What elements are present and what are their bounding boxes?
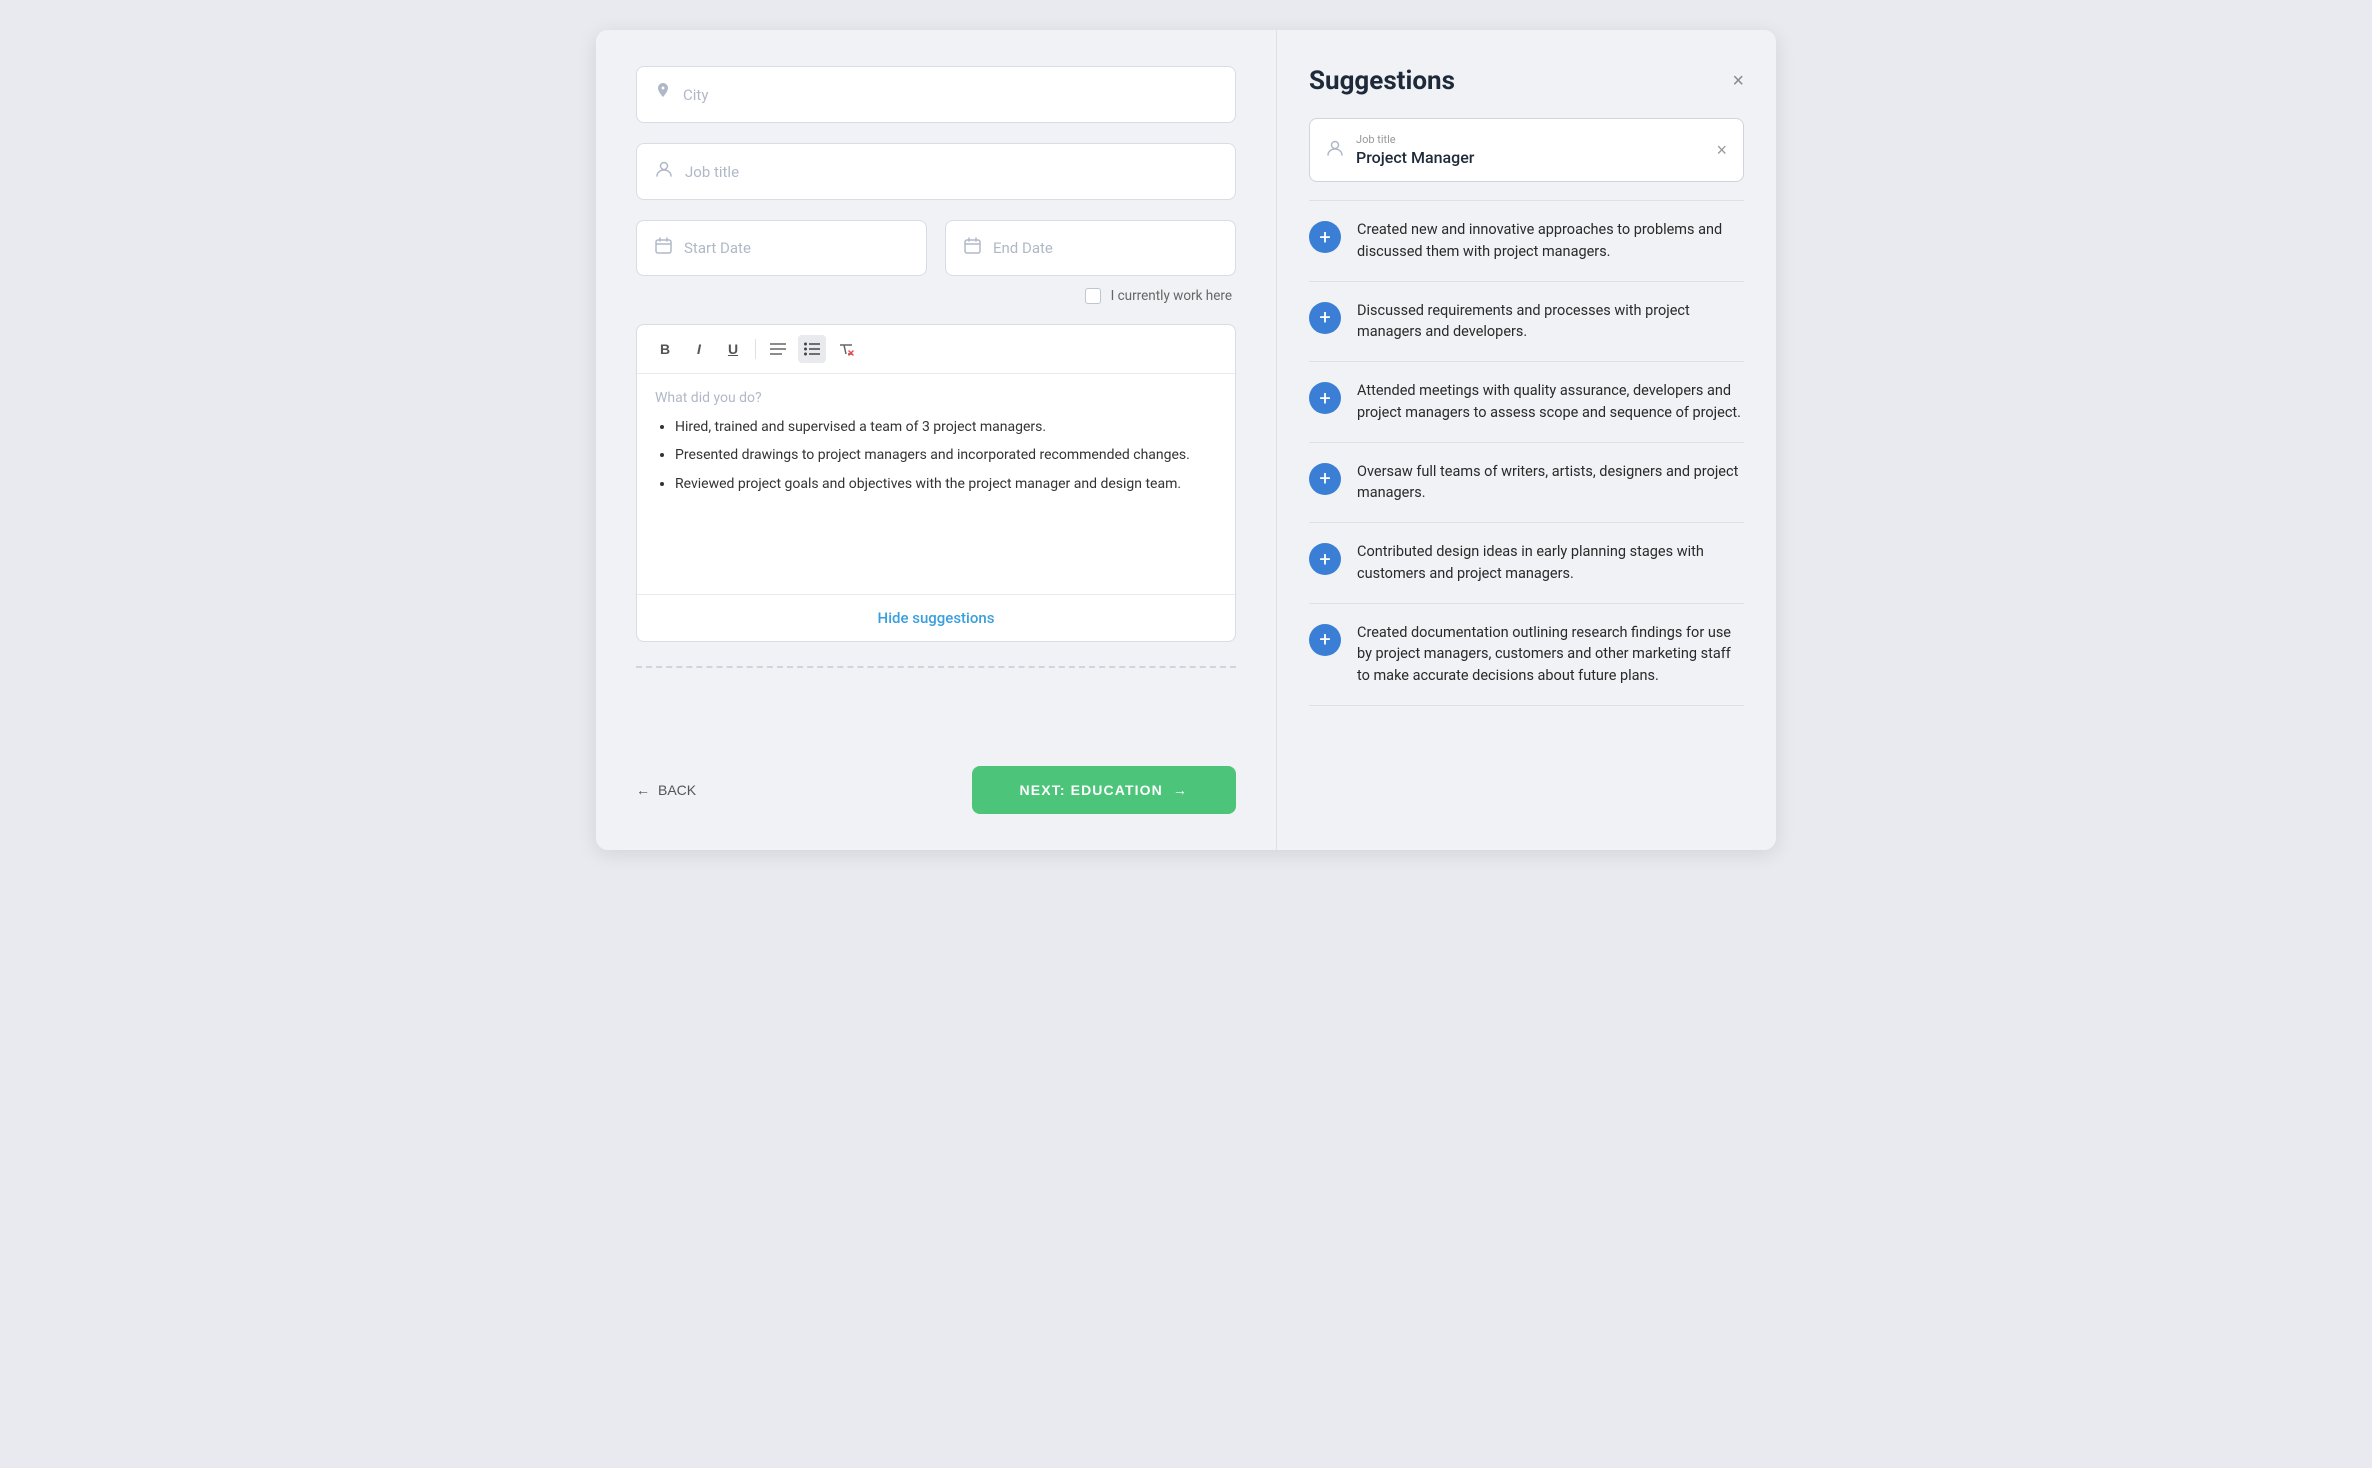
currently-work-checkbox[interactable] <box>1085 288 1101 304</box>
next-button[interactable]: NEXT: EDUCATION → <box>972 766 1236 814</box>
editor-container: B I U <box>636 324 1236 642</box>
add-icon-3: + <box>1309 382 1341 414</box>
suggestion-item[interactable]: + Created documentation outlining resear… <box>1309 604 1744 706</box>
add-icon-5: + <box>1309 543 1341 575</box>
suggestion-text-2: Discussed requirements and processes wit… <box>1357 300 1744 344</box>
left-panel: City Job title <box>596 30 1276 850</box>
editor-body[interactable]: What did you do? Hired, trained and supe… <box>637 374 1235 594</box>
date-row: Start Date End Date <box>636 220 1236 276</box>
suggestion-person-icon <box>1326 139 1344 162</box>
back-arrow-icon: ← <box>636 782 650 798</box>
add-icon-4: + <box>1309 463 1341 495</box>
list-button[interactable] <box>798 335 826 363</box>
underline-button[interactable]: U <box>719 335 747 363</box>
suggestion-item[interactable]: + Discussed requirements and processes w… <box>1309 282 1744 363</box>
bold-button[interactable]: B <box>651 335 679 363</box>
right-panel: Suggestions × Job title Project Manager … <box>1276 30 1776 850</box>
suggestion-text-3: Attended meetings with quality assurance… <box>1357 380 1744 424</box>
currently-work-row: I currently work here <box>636 288 1236 304</box>
editor-content[interactable]: Hired, trained and supervised a team of … <box>655 416 1217 495</box>
start-date-label: Start Date <box>684 239 751 257</box>
suggestions-close-button[interactable]: × <box>1732 71 1744 91</box>
bottom-nav: ← BACK NEXT: EDUCATION → <box>636 756 1236 814</box>
suggestion-item[interactable]: + Contributed design ideas in early plan… <box>1309 523 1744 604</box>
location-icon <box>655 83 671 106</box>
city-label: City <box>683 86 708 104</box>
align-button[interactable] <box>764 335 792 363</box>
job-title-label: Job title <box>685 163 739 181</box>
clear-format-button[interactable] <box>832 335 860 363</box>
end-date-label: End Date <box>993 239 1053 257</box>
currently-work-label: I currently work here <box>1111 288 1232 304</box>
suggestion-text-6: Created documentation outlining research… <box>1357 622 1744 687</box>
page-container: City Job title <box>596 30 1776 850</box>
suggestion-job-label: Job title <box>1356 133 1704 146</box>
bullet-1: Hired, trained and supervised a team of … <box>675 416 1217 438</box>
suggestions-title: Suggestions <box>1309 66 1455 96</box>
back-button[interactable]: ← BACK <box>636 782 696 798</box>
add-icon-6: + <box>1309 624 1341 656</box>
toolbar-divider-1 <box>755 339 756 359</box>
suggestion-job-field[interactable]: Job title Project Manager × <box>1309 118 1744 182</box>
person-icon <box>655 160 673 183</box>
add-icon-2: + <box>1309 302 1341 334</box>
city-field[interactable]: City <box>636 66 1236 123</box>
hide-suggestions-button[interactable]: Hide suggestions <box>637 594 1235 641</box>
suggestion-item[interactable]: + Created new and innovative approaches … <box>1309 200 1744 282</box>
suggestion-job-value: Project Manager <box>1356 148 1474 167</box>
italic-button[interactable]: I <box>685 335 713 363</box>
suggestion-text-4: Oversaw full teams of writers, artists, … <box>1357 461 1744 505</box>
section-divider <box>636 666 1236 668</box>
end-date-field[interactable]: End Date <box>945 220 1236 276</box>
suggestions-header: Suggestions × <box>1309 66 1744 96</box>
bullet-2: Presented drawings to project managers a… <box>675 444 1217 466</box>
suggestion-text-1: Created new and innovative approaches to… <box>1357 219 1744 263</box>
editor-placeholder: What did you do? <box>655 390 1217 406</box>
next-label: NEXT: EDUCATION <box>1020 782 1163 798</box>
add-icon-1: + <box>1309 221 1341 253</box>
job-title-field[interactable]: Job title <box>636 143 1236 200</box>
suggestion-job-text: Job title Project Manager <box>1356 133 1704 167</box>
suggestion-list: + Created new and innovative approaches … <box>1309 200 1744 706</box>
bullet-3: Reviewed project goals and objectives wi… <box>675 473 1217 495</box>
back-label: BACK <box>658 782 696 798</box>
suggestion-item[interactable]: + Attended meetings with quality assuran… <box>1309 362 1744 443</box>
next-arrow-icon: → <box>1173 782 1188 798</box>
start-date-field[interactable]: Start Date <box>636 220 927 276</box>
editor-toolbar: B I U <box>637 325 1235 374</box>
calendar-start-icon <box>655 237 672 259</box>
suggestion-clear-button[interactable]: × <box>1716 140 1727 161</box>
suggestion-item[interactable]: + Oversaw full teams of writers, artists… <box>1309 443 1744 524</box>
suggestion-text-5: Contributed design ideas in early planni… <box>1357 541 1744 585</box>
calendar-end-icon <box>964 237 981 259</box>
